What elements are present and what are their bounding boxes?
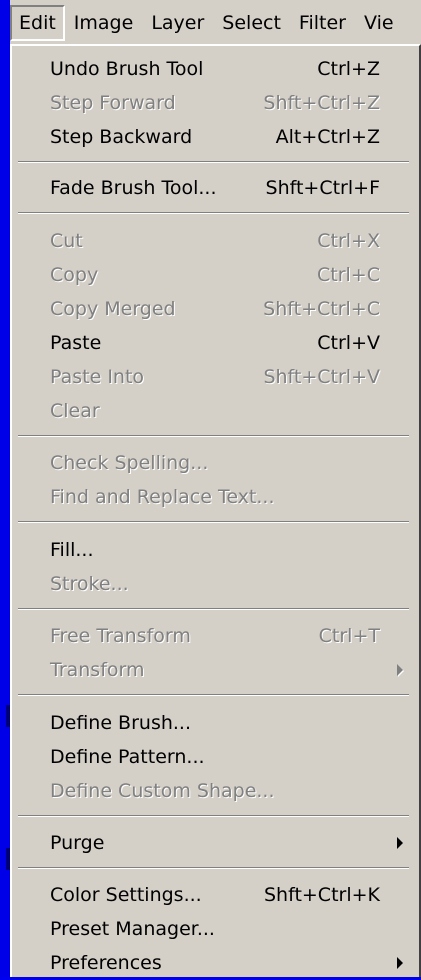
menu-item-transform[interactable]: Transform xyxy=(12,653,417,687)
menu-item-label: Check Spelling... xyxy=(50,452,209,474)
menu-item-label: Copy xyxy=(50,264,99,286)
submenu-arrow-icon xyxy=(397,653,403,687)
menubar-item-edit[interactable]: Edit xyxy=(10,5,65,41)
menubar-item-filter[interactable]: Filter xyxy=(290,5,355,41)
menu-item-label: Define Pattern... xyxy=(50,746,205,768)
menubar-item-image[interactable]: Image xyxy=(65,5,143,41)
menu-item-label: Fill... xyxy=(50,539,94,561)
menu-item-find-and-replace-text[interactable]: Find and Replace Text... xyxy=(12,480,417,514)
menu-item-shortcut: Shft+Ctrl+Z xyxy=(263,92,380,114)
menu-item-paste[interactable]: Paste Ctrl+V xyxy=(12,326,417,360)
menu-item-copy[interactable]: Copy Ctrl+C xyxy=(12,258,417,292)
menu-item-preferences[interactable]: Preferences xyxy=(12,946,417,980)
menu-item-label: Stroke... xyxy=(50,573,129,595)
menu-item-paste-into[interactable]: Paste Into Shft+Ctrl+V xyxy=(12,360,417,394)
menu-item-clear[interactable]: Clear xyxy=(12,394,417,428)
menu-item-define-brush[interactable]: Define Brush... xyxy=(12,706,417,740)
menu-item-label: Purge xyxy=(50,832,105,854)
menu-separator xyxy=(18,608,409,610)
submenu-arrow-icon xyxy=(397,946,403,980)
menu-item-label: Free Transform xyxy=(50,625,191,647)
desktop-strip xyxy=(0,0,10,977)
menubar-item-view[interactable]: Vie xyxy=(355,5,403,41)
submenu-arrow-icon xyxy=(397,826,403,860)
menu-item-label: Preset Manager... xyxy=(50,918,215,940)
menu-separator xyxy=(18,161,409,163)
menu-item-free-transform[interactable]: Free Transform Ctrl+T xyxy=(12,619,417,653)
menu-item-undo-brush-tool[interactable]: Undo Brush Tool Ctrl+Z xyxy=(12,52,417,86)
menu-item-shortcut: Shft+Ctrl+K xyxy=(263,884,380,906)
menu-item-shortcut: Shft+Ctrl+V xyxy=(263,366,380,388)
menu-item-label: Cut xyxy=(50,230,83,252)
menubar-item-layer[interactable]: Layer xyxy=(142,5,213,41)
menu-item-purge[interactable]: Purge xyxy=(12,826,417,860)
menu-item-shortcut: Ctrl+C xyxy=(317,264,380,286)
menu-item-shortcut: Ctrl+T xyxy=(318,625,380,647)
menu-item-label: Define Custom Shape... xyxy=(50,780,275,802)
menu-item-label: Copy Merged xyxy=(50,298,176,320)
menu-item-label: Transform xyxy=(50,659,145,681)
menu-item-label: Find and Replace Text... xyxy=(50,486,275,508)
menu-item-color-settings[interactable]: Color Settings... Shft+Ctrl+K xyxy=(12,878,417,912)
menu-item-label: Paste xyxy=(50,332,102,354)
menu-item-stroke[interactable]: Stroke... xyxy=(12,567,417,601)
menu-item-shortcut: Ctrl+V xyxy=(317,332,380,354)
menu-item-shortcut: Ctrl+X xyxy=(317,230,380,252)
menu-item-define-custom-shape[interactable]: Define Custom Shape... xyxy=(12,774,417,808)
menu-item-fill[interactable]: Fill... xyxy=(12,533,417,567)
menu-item-step-forward[interactable]: Step Forward Shft+Ctrl+Z xyxy=(12,86,417,120)
menu-separator xyxy=(18,435,409,437)
menu-item-copy-merged[interactable]: Copy Merged Shft+Ctrl+C xyxy=(12,292,417,326)
menu-item-label: Step Backward xyxy=(50,126,193,148)
menu-separator xyxy=(18,867,409,869)
menu-item-cut[interactable]: Cut Ctrl+X xyxy=(12,224,417,258)
menu-item-label: Define Brush... xyxy=(50,712,192,734)
menu-separator xyxy=(18,694,409,696)
menu-item-define-pattern[interactable]: Define Pattern... xyxy=(12,740,417,774)
menu-item-label: Step Forward xyxy=(50,92,176,114)
menu-item-label: Fade Brush Tool... xyxy=(50,177,217,199)
menu-item-label: Paste Into xyxy=(50,366,145,388)
menu-bar: Edit Image Layer Select Filter Vie xyxy=(10,0,421,45)
menu-item-label: Undo Brush Tool xyxy=(50,58,204,80)
menu-item-shortcut: Shft+Ctrl+F xyxy=(265,177,380,199)
menu-item-label: Preferences xyxy=(50,952,162,974)
menu-item-shortcut: Alt+Ctrl+Z xyxy=(275,126,380,148)
menu-separator xyxy=(18,521,409,523)
menu-item-label: Color Settings... xyxy=(50,884,202,906)
menu-item-step-backward[interactable]: Step Backward Alt+Ctrl+Z xyxy=(12,120,417,154)
menubar-item-select[interactable]: Select xyxy=(213,5,290,41)
menu-item-shortcut: Ctrl+Z xyxy=(317,58,380,80)
menu-item-check-spelling[interactable]: Check Spelling... xyxy=(12,446,417,480)
menu-item-fade-brush-tool[interactable]: Fade Brush Tool... Shft+Ctrl+F xyxy=(12,171,417,205)
menu-item-preset-manager[interactable]: Preset Manager... xyxy=(12,912,417,946)
menu-separator xyxy=(18,212,409,214)
menu-item-label: Clear xyxy=(50,400,100,422)
edit-menu-dropdown: Undo Brush Tool Ctrl+Z Step Forward Shft… xyxy=(10,44,421,977)
menu-separator xyxy=(18,815,409,817)
menu-item-shortcut: Shft+Ctrl+C xyxy=(263,298,380,320)
